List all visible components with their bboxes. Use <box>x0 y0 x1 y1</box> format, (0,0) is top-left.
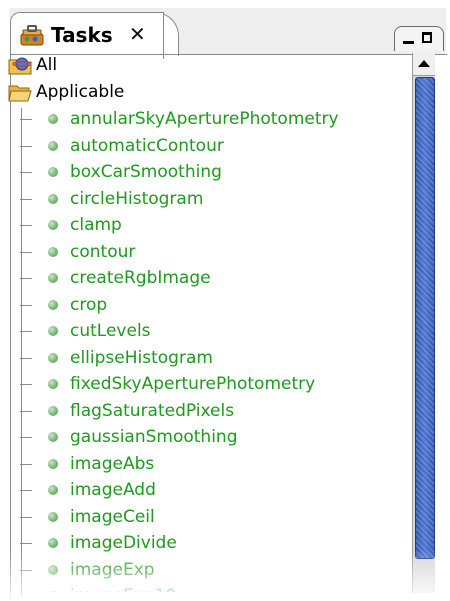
close-icon[interactable]: ✕ <box>129 22 146 46</box>
task-label: createRgbImage <box>70 268 211 288</box>
task-tree: All Applicable annularSkyAperturePhotome… <box>8 52 411 592</box>
task-label: imageDivide <box>70 533 177 553</box>
task-label: imageCeil <box>70 506 155 527</box>
green-dot-icon <box>48 564 58 575</box>
task-label: imageAdd <box>70 480 156 500</box>
task-label: annularSkyAperturePhotometry <box>70 109 339 129</box>
green-dot-icon <box>48 352 58 363</box>
task-label: boxCarSmoothing <box>70 162 222 182</box>
window-controls <box>394 26 444 51</box>
task-label: cutLevels <box>70 321 151 341</box>
tree-root-label: All <box>36 55 58 75</box>
task-label: imageExp10 <box>70 583 176 592</box>
task-label: circleHistogram <box>70 188 204 209</box>
task-label: flagSaturatedPixels <box>70 400 235 421</box>
tree-root-label: Applicable <box>36 82 125 102</box>
green-dot-icon <box>48 432 58 442</box>
tab-title: Tasks <box>51 23 113 47</box>
vertical-scrollbar[interactable] <box>412 53 435 593</box>
green-dot-icon <box>48 140 58 151</box>
arrow-up-icon <box>418 60 430 67</box>
task-label: ellipseHistogram <box>70 347 213 368</box>
green-dot-icon <box>48 193 58 204</box>
green-dot-icon <box>48 511 58 522</box>
green-dot-icon <box>48 485 58 495</box>
planet-folder-icon <box>8 57 32 75</box>
task-label: imageExp <box>70 559 155 580</box>
toolbox-icon <box>20 25 44 46</box>
green-dot-icon <box>48 458 58 469</box>
green-dot-icon <box>48 326 58 336</box>
tree-guide-line <box>21 108 22 598</box>
green-dot-icon <box>48 167 58 177</box>
tab-strip: Tasks ✕ <box>10 8 446 59</box>
task-label: imageAbs <box>70 453 155 474</box>
task-label: crop <box>70 294 108 315</box>
green-dot-icon <box>48 538 58 548</box>
task-label: automaticContour <box>70 135 224 156</box>
maximize-icon[interactable] <box>422 32 432 43</box>
green-dot-icon <box>48 220 58 230</box>
green-dot-icon <box>48 379 58 389</box>
task-label: gaussianSmoothing <box>70 427 238 447</box>
green-dot-icon <box>48 405 58 416</box>
green-dot-icon <box>48 273 58 283</box>
green-dot-icon <box>48 246 58 257</box>
green-dot-icon <box>48 299 58 310</box>
minimize-icon[interactable] <box>403 41 414 44</box>
scroll-thumb[interactable] <box>415 77 435 559</box>
green-dot-icon <box>48 591 58 592</box>
task-label: contour <box>70 241 136 262</box>
green-dot-icon <box>48 114 58 124</box>
open-folder-icon <box>8 85 32 102</box>
scroll-up-button[interactable] <box>413 53 435 76</box>
task-label: fixedSkyAperturePhotometry <box>70 374 316 394</box>
task-label: clamp <box>70 215 122 235</box>
